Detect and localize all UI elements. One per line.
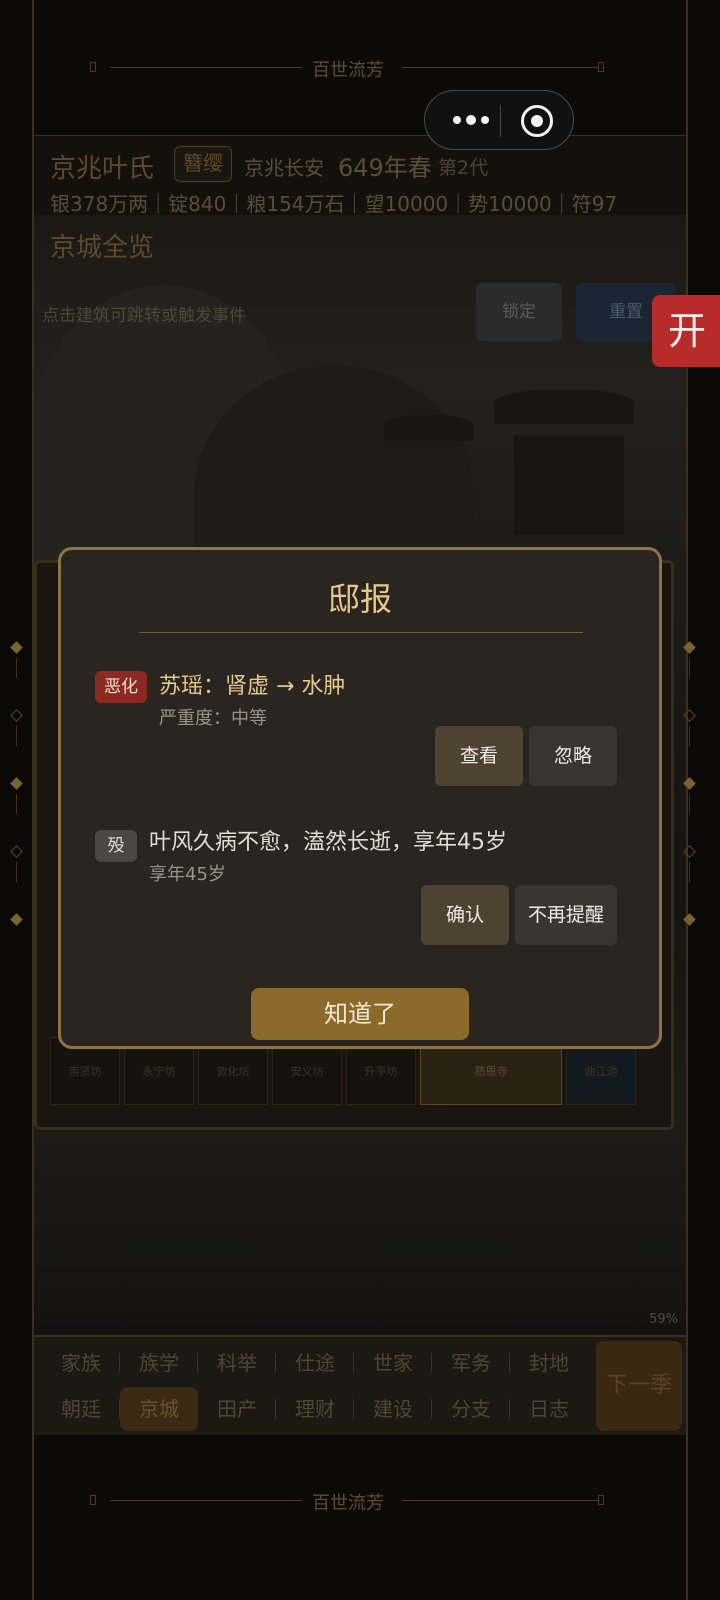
banner-line-right: [402, 67, 598, 68]
resources-line: 银378万两｜锭840｜粮154万石｜望10000｜势10000｜符97: [50, 192, 618, 216]
ignore-button[interactable]: 忽略: [529, 726, 617, 786]
progress-percent: 59%: [649, 1312, 678, 1327]
banner-title: 百世流芳: [312, 60, 384, 81]
hint-text: 点击建筑可跳转或触发事件: [42, 306, 246, 326]
nav-item-log[interactable]: 日志: [510, 1387, 588, 1431]
diamond-icon: [683, 709, 696, 722]
diamond-icon: [10, 709, 23, 722]
nav-item-exam[interactable]: 科举: [198, 1341, 276, 1385]
bottom-banner: 百世流芳: [34, 1437, 686, 1600]
bottom-nav: 家族 族学 科举 仕途 世家 军务 封地 朝廷 京城 田产 理财 建设 分支 日…: [34, 1335, 686, 1435]
nav-item-family[interactable]: 家族: [42, 1341, 120, 1385]
nav-item-estates[interactable]: 田产: [198, 1387, 276, 1431]
rank-badge: 簪缨: [174, 146, 232, 182]
diamond-icon: [683, 641, 696, 654]
diamond-icon: [10, 845, 23, 858]
diamond-icon: [10, 913, 23, 926]
close-target-icon[interactable]: [521, 105, 553, 137]
nav-item-court[interactable]: 朝廷: [42, 1387, 120, 1431]
ornament-dash: [16, 726, 17, 746]
news-dialog: 邸报 恶化 苏瑶：肾虚 → 水肿 严重度：中等 查看 忽略 殁 叶风久病不愈，溘…: [58, 547, 662, 1049]
pavilion-body: [514, 435, 624, 535]
nav-item-fief[interactable]: 封地: [510, 1341, 588, 1385]
banner-ornament-left: [90, 62, 96, 72]
dialog-title: 邸报: [327, 580, 392, 618]
diamond-icon: [683, 845, 696, 858]
nav-item-clan-school[interactable]: 族学: [120, 1341, 198, 1385]
banner-line-right: [402, 1500, 598, 1501]
nav-item-branches[interactable]: 分支: [432, 1387, 510, 1431]
pavilion-roof: [494, 390, 634, 424]
status-bar: 京兆叶氏 簪缨 京兆长安 649年春 第2代 银378万两｜锭840｜粮154万…: [34, 135, 686, 216]
banner-title: 百世流芳: [312, 1493, 384, 1514]
ornament-dash: [689, 658, 690, 678]
event-title: 苏瑶：肾虚 → 水肿: [159, 674, 346, 699]
generation-label: 第2代: [438, 157, 489, 179]
ornament-dash: [689, 726, 690, 746]
pavilion-roof: [384, 415, 474, 441]
diamond-icon: [683, 777, 696, 790]
open-button[interactable]: 开: [652, 295, 720, 367]
diamond-icon: [10, 641, 23, 654]
ornament-dash: [16, 658, 17, 678]
banner-ornament-right: [598, 1495, 604, 1505]
ornament-dash: [689, 794, 690, 814]
dont-remind-button[interactable]: 不再提醒: [515, 885, 617, 945]
banner-line-left: [110, 67, 302, 68]
diamond-icon: [10, 777, 23, 790]
nav-item-military[interactable]: 军务: [432, 1341, 510, 1385]
banner-ornament-right: [598, 62, 604, 72]
ornament-dash: [16, 862, 17, 882]
nav-item-capital[interactable]: 京城: [120, 1387, 198, 1431]
event-tag: 殁: [95, 830, 137, 862]
view-button[interactable]: 查看: [435, 726, 523, 786]
event-tag: 恶化: [95, 671, 147, 703]
nav-row-1: 家族 族学 科举 仕途 世家 军务 封地: [42, 1341, 588, 1385]
event-title: 叶风久病不愈，溘然长逝，享年45岁: [149, 830, 507, 855]
confirm-button[interactable]: 确认: [421, 885, 509, 945]
nav-item-clans[interactable]: 世家: [354, 1341, 432, 1385]
next-season-button[interactable]: 下一季: [596, 1341, 682, 1431]
year-label: 649年春: [338, 154, 432, 182]
banner-ornament-left: [90, 1495, 96, 1505]
view-title: 京城全览: [50, 233, 155, 263]
left-ornament: [10, 640, 23, 930]
got-it-button[interactable]: 知道了: [251, 988, 469, 1040]
right-ornament: [683, 640, 696, 930]
ornament-dash: [689, 862, 690, 882]
top-banner: 百世流芳: [34, 0, 686, 135]
family-name: 京兆叶氏: [50, 154, 155, 184]
banner-line-left: [110, 1500, 302, 1501]
nav-row-2: 朝廷 京城 田产 理财 建设 分支 日志: [42, 1387, 588, 1431]
miniprogram-capsule: [424, 90, 574, 150]
event-subtitle: 严重度：中等: [159, 708, 267, 729]
lock-button[interactable]: 锁定: [476, 283, 562, 341]
location-label: 京兆长安: [244, 156, 324, 180]
nav-item-build[interactable]: 建设: [354, 1387, 432, 1431]
capsule-divider: [500, 105, 501, 137]
event-subtitle: 享年45岁: [149, 864, 226, 885]
nav-item-career[interactable]: 仕途: [276, 1341, 354, 1385]
dialog-divider: [139, 632, 583, 633]
nav-item-finance[interactable]: 理财: [276, 1387, 354, 1431]
more-icon[interactable]: [443, 105, 499, 135]
diamond-icon: [683, 913, 696, 926]
ornament-dash: [16, 794, 17, 814]
